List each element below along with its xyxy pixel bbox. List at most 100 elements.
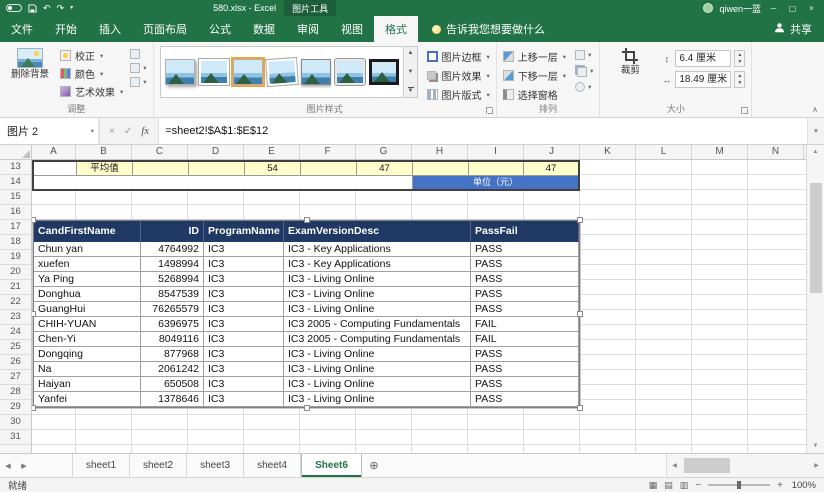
row-header-15[interactable]: 15 <box>0 190 31 205</box>
row-header-17[interactable]: 17 <box>0 220 31 235</box>
row-header-21[interactable]: 21 <box>0 280 31 295</box>
ribbon-tab-file[interactable]: 文件 <box>0 16 44 42</box>
gallery-down-icon[interactable]: ▼ <box>408 69 414 75</box>
picture-style-thumbnail-7[interactable] <box>369 59 399 85</box>
zoom-slider-thumb[interactable] <box>737 481 741 489</box>
selection-pane-button[interactable]: 选择窗格 <box>503 87 566 102</box>
compress-picture-button[interactable] <box>130 49 146 59</box>
picture-style-thumbnail-6[interactable] <box>335 59 365 85</box>
resize-handle-middle-left[interactable] <box>32 311 36 317</box>
cells-area[interactable]: 平均值 54 47 47 单位（元） CandFirstNameIDPro <box>32 160 806 453</box>
tell-me-box[interactable]: 告诉我您想要做什么 <box>432 16 545 42</box>
width-stepper[interactable]: ▲▼ <box>734 71 745 88</box>
row-header-24[interactable]: 24 <box>0 325 31 340</box>
column-header-K[interactable]: K <box>580 145 636 160</box>
row-header-18[interactable]: 18 <box>0 235 31 250</box>
sheet-tab-sheet2[interactable]: sheet2 <box>130 454 187 477</box>
row-header-29[interactable]: 29 <box>0 400 31 415</box>
formula-input[interactable]: =sheet2!$A$1:$E$12 <box>158 118 807 144</box>
group-objects-button[interactable]: ▾ <box>575 65 593 77</box>
enter-icon[interactable]: ✓ <box>124 126 132 137</box>
sheet-nav-left-icon[interactable]: ◀ <box>0 454 16 477</box>
row-header-16[interactable]: 16 <box>0 205 31 220</box>
resize-handle-bottom-right[interactable] <box>577 405 583 411</box>
row-header-13[interactable]: 13 <box>0 160 31 175</box>
sheet-tab-Sheet6[interactable]: Sheet6 <box>301 454 362 477</box>
column-header-G[interactable]: G <box>356 145 412 160</box>
column-header-B[interactable]: B <box>76 145 132 160</box>
zoom-slider[interactable] <box>708 484 770 486</box>
collapse-ribbon-icon[interactable]: ∧ <box>812 105 818 114</box>
column-header-E[interactable]: E <box>244 145 300 160</box>
row-header-14[interactable]: 14 <box>0 175 31 190</box>
select-all-corner[interactable] <box>0 145 32 160</box>
color-button[interactable]: 颜色▾ <box>60 66 123 81</box>
gallery-more-icon[interactable]: ▼ <box>408 87 414 94</box>
row-header-20[interactable]: 20 <box>0 265 31 280</box>
page-layout-view-icon[interactable]: ▤ <box>664 480 673 491</box>
formula-bar-expand-icon[interactable]: ▼ <box>807 118 824 144</box>
sheet-tab-sheet4[interactable]: sheet4 <box>244 454 301 477</box>
row-header-22[interactable]: 22 <box>0 295 31 310</box>
sheet-nav-right-icon[interactable]: ▶ <box>16 454 32 477</box>
change-picture-button[interactable]: ▾ <box>130 63 146 73</box>
ribbon-tab-insert[interactable]: 插入 <box>88 16 132 42</box>
resize-handle-top-right[interactable] <box>577 217 583 223</box>
align-objects-button[interactable]: ▾ <box>575 50 593 60</box>
horizontal-scrollbar[interactable]: ◀ ▶ <box>666 454 824 477</box>
column-header-A[interactable]: A <box>32 145 76 160</box>
name-box[interactable]: 图片 2 ▾ <box>0 118 100 144</box>
row-header-19[interactable]: 19 <box>0 250 31 265</box>
resize-handle-bottom-left[interactable] <box>32 405 36 411</box>
share-button[interactable]: 共享 <box>774 16 812 42</box>
rotate-objects-button[interactable]: ▾ <box>575 82 593 92</box>
picture-style-thumbnail-1[interactable] <box>165 59 195 85</box>
height-stepper[interactable]: ▲▼ <box>734 50 745 67</box>
ribbon-tab-format[interactable]: 格式 <box>374 16 418 42</box>
picture-style-thumbnail-3[interactable] <box>233 59 263 85</box>
column-header-N[interactable]: N <box>748 145 804 160</box>
scroll-up-icon[interactable]: ▲ <box>813 145 819 159</box>
sheet-tab-sheet3[interactable]: sheet3 <box>187 454 244 477</box>
sheet-tab-sheet1[interactable]: sheet1 <box>72 454 130 477</box>
resize-handle-middle-right[interactable] <box>577 311 583 317</box>
close-icon[interactable]: × <box>805 4 818 13</box>
redo-icon[interactable]: ↷ <box>57 4 65 13</box>
picture-style-thumbnail-2[interactable] <box>199 59 229 85</box>
picture-styles-dialog-launcher[interactable] <box>486 107 493 114</box>
normal-view-icon[interactable]: ▦ <box>649 480 658 491</box>
scroll-down-icon[interactable]: ▼ <box>813 439 819 453</box>
minimize-icon[interactable]: ─ <box>767 4 780 13</box>
scroll-right-icon[interactable]: ▶ <box>809 454 824 477</box>
bring-forward-button[interactable]: 上移一层▾ <box>503 49 566 64</box>
column-header-D[interactable]: D <box>188 145 244 160</box>
row-header-28[interactable]: 28 <box>0 385 31 400</box>
row-header-31[interactable]: 31 <box>0 430 31 445</box>
shape-width-input[interactable]: 18.49 厘米 <box>675 71 731 88</box>
ribbon-tab-formulas[interactable]: 公式 <box>198 16 242 42</box>
ribbon-tab-view[interactable]: 视图 <box>330 16 374 42</box>
stepper-down-icon[interactable]: ▼ <box>735 80 744 87</box>
resize-handle-top-left[interactable] <box>32 217 36 223</box>
picture-border-button[interactable]: 图片边框▾ <box>427 49 490 64</box>
picture-layout-button[interactable]: 图片版式▾ <box>427 87 490 102</box>
ribbon-tab-home[interactable]: 开始 <box>44 16 88 42</box>
restore-icon[interactable]: ▢ <box>786 4 799 13</box>
picture-style-thumbnail-4[interactable] <box>266 58 298 86</box>
corrections-button[interactable]: 校正▾ <box>60 48 123 63</box>
column-header-C[interactable]: C <box>132 145 188 160</box>
user-avatar[interactable] <box>703 3 713 13</box>
reset-picture-button[interactable]: ▾ <box>130 77 146 87</box>
save-icon[interactable] <box>28 4 37 13</box>
picture-style-thumbnail-5[interactable] <box>301 59 331 85</box>
crop-button[interactable]: 裁剪 <box>606 46 654 79</box>
stepper-up-icon[interactable]: ▲ <box>735 73 744 80</box>
undo-icon[interactable]: ↶ <box>43 4 51 13</box>
column-header-M[interactable]: M <box>692 145 748 160</box>
column-header-H[interactable]: H <box>412 145 468 160</box>
vertical-scrollbar-thumb[interactable] <box>810 183 822 293</box>
artistic-effects-button[interactable]: 艺术效果▾ <box>60 84 123 99</box>
ribbon-tab-page-layout[interactable]: 页面布局 <box>132 16 198 42</box>
column-header-L[interactable]: L <box>636 145 692 160</box>
row-header-25[interactable]: 25 <box>0 340 31 355</box>
